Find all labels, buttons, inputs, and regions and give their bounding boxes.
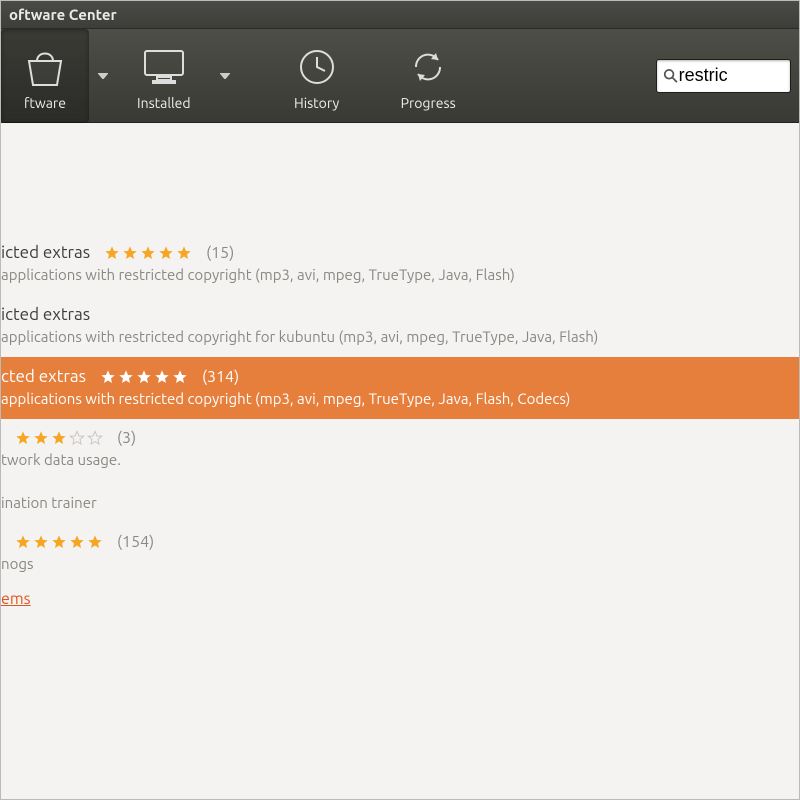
star-rating (15, 534, 103, 550)
monitor-icon (141, 47, 187, 87)
result-item[interactable]: ination trainer (1, 480, 799, 523)
result-item[interactable]: cted extras (314) applications with restri… (1, 357, 799, 419)
result-description: nogs (1, 555, 791, 572)
search-box[interactable] (656, 59, 791, 93)
shopping-bag-icon (23, 47, 67, 87)
result-item[interactable]: (3) twork data usage. (1, 419, 799, 480)
review-count: (314) (202, 368, 239, 386)
result-item[interactable]: (154) nogs (1, 523, 799, 584)
result-item[interactable]: icted extras applications with restricted… (1, 295, 799, 357)
nav-history[interactable]: History (273, 29, 361, 123)
result-title: icted extras (1, 243, 90, 262)
clock-icon (297, 47, 337, 87)
star-icon (100, 369, 116, 385)
result-description: ination trainer (1, 494, 791, 511)
star-icon (158, 245, 174, 261)
star-icon (176, 245, 192, 261)
star-icon (118, 369, 134, 385)
nav-progress-label: Progress (401, 95, 456, 111)
star-icon (136, 369, 152, 385)
review-count: (154) (117, 533, 154, 551)
result-description: twork data usage. (1, 451, 791, 468)
search-input[interactable] (679, 65, 784, 86)
review-count: (3) (117, 429, 136, 447)
review-count: (15) (206, 244, 234, 262)
window-title: oftware Center (9, 6, 117, 23)
nav-software-caret[interactable] (89, 29, 117, 123)
star-icon (69, 430, 85, 446)
results-area: icted extras (15) applications with restri… (1, 123, 799, 799)
star-icon (122, 245, 138, 261)
star-icon (154, 369, 170, 385)
star-icon (69, 534, 85, 550)
result-description: applications with restricted copyright f… (1, 328, 791, 345)
result-item[interactable]: icted extras (15) applications with restri… (1, 233, 799, 295)
star-icon (140, 245, 156, 261)
star-icon (15, 534, 31, 550)
nav-installed-label: Installed (137, 95, 191, 111)
star-icon (33, 534, 49, 550)
star-icon (104, 245, 120, 261)
star-rating (15, 430, 103, 446)
star-icon (87, 430, 103, 446)
toolbar: ftware Installed (1, 29, 799, 123)
result-description: applications with restricted copyright (… (1, 390, 791, 407)
star-icon (172, 369, 188, 385)
nav-installed-caret[interactable] (211, 29, 239, 123)
star-icon (33, 430, 49, 446)
star-icon (51, 430, 67, 446)
star-icon (51, 534, 67, 550)
result-description: applications with restricted copyright (… (1, 266, 791, 283)
refresh-icon (408, 47, 448, 87)
nav-software[interactable]: ftware (1, 29, 89, 123)
more-items-link[interactable]: ems (1, 584, 799, 608)
star-rating (100, 369, 188, 385)
nav-history-label: History (294, 95, 339, 111)
result-title: icted extras (1, 305, 90, 324)
nav-installed[interactable]: Installed (117, 29, 211, 123)
window-titlebar: oftware Center (1, 1, 799, 29)
search-icon (663, 67, 679, 85)
star-icon (15, 430, 31, 446)
nav-software-label: ftware (24, 95, 66, 111)
nav-progress[interactable]: Progress (381, 29, 476, 123)
star-icon (87, 534, 103, 550)
result-title: cted extras (1, 367, 86, 386)
star-rating (104, 245, 192, 261)
